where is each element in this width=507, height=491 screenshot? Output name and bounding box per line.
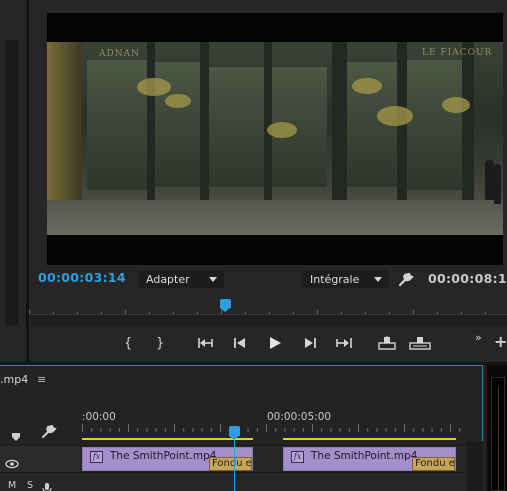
lift-icon[interactable]: [376, 333, 398, 353]
audio-meter-panel: [485, 365, 507, 491]
step-back-icon[interactable]: [229, 333, 251, 353]
timeline-scrollbar[interactable]: [467, 441, 483, 491]
monitor-zoom-scrollbar[interactable]: [31, 314, 507, 326]
playhead-line: [234, 440, 235, 491]
zoom-level-select[interactable]: Adapter: [138, 270, 224, 288]
chevron-down-icon: [374, 277, 382, 282]
ruler-time-label: :00:00: [82, 411, 116, 423]
ruler-time-label: 00:00:05:00: [267, 411, 332, 423]
play-icon[interactable]: [264, 333, 286, 353]
storefront-sign-right: LE FIACOUR: [422, 48, 493, 58]
svg-text:{: {: [124, 336, 132, 350]
extract-icon[interactable]: [409, 333, 431, 353]
video-preview: ADNAN LE FIACOUR: [47, 13, 503, 265]
fx-badge-icon: fx: [291, 451, 304, 463]
playback-resolution-value: Intégrale: [310, 273, 360, 286]
mark-in-icon[interactable]: {: [117, 333, 139, 353]
duration-timecode: 00:00:08:19: [428, 271, 507, 286]
go-to-in-icon[interactable]: [194, 333, 216, 353]
monitor-timecode-row: 00:00:03:14 Adapter Intégrale 00:00:08:1…: [29, 268, 507, 290]
zoom-level-value: Adapter: [146, 273, 190, 286]
mute-button[interactable]: M: [8, 480, 16, 491]
project-panel-scrollbar[interactable]: [5, 40, 18, 325]
transport-controls: { } » +: [29, 330, 507, 356]
track-header: [0, 446, 80, 472]
work-area-bar[interactable]: [82, 438, 253, 440]
wrench-icon[interactable]: [41, 423, 57, 443]
chevron-down-icon: [209, 277, 217, 282]
fx-badge-icon: fx: [90, 451, 103, 463]
transition-block[interactable]: Fondu en: [412, 457, 455, 471]
video-clip[interactable]: fx The SmithPoint.mp4 Fondu en: [283, 447, 456, 471]
storefront-sign-left: ADNAN: [99, 49, 140, 59]
svg-text:}: }: [156, 336, 164, 350]
playback-resolution-select[interactable]: Intégrale: [302, 270, 389, 288]
clip-name: The SmithPoint.mp4: [110, 450, 217, 462]
transition-block[interactable]: Fondu en: [209, 457, 252, 471]
panel-menu-icon[interactable]: ≡: [37, 373, 46, 386]
video-track: fx The SmithPoint.mp4 Fondu en fx The Sm…: [0, 445, 483, 472]
work-area-bar[interactable]: [283, 438, 456, 440]
monitor-playhead[interactable]: [220, 299, 231, 312]
marker-icon[interactable]: [11, 427, 21, 446]
wrench-icon[interactable]: [398, 271, 414, 287]
timeline-playhead[interactable]: [229, 426, 240, 440]
clip-name: The SmithPoint.mp4: [311, 450, 418, 462]
button-editor-add-button[interactable]: +: [494, 334, 507, 350]
timeline-ruler-ticks: [82, 424, 461, 432]
go-to-out-icon[interactable]: [333, 333, 355, 353]
video-frame: ADNAN LE FIACOUR: [47, 42, 503, 235]
mark-out-icon[interactable]: }: [149, 333, 171, 353]
mini-timeline-scrubber[interactable]: [29, 296, 507, 328]
step-forward-icon[interactable]: [299, 333, 321, 353]
current-timecode[interactable]: 00:00:03:14: [38, 270, 126, 285]
sequence-tab[interactable]: .mp4: [0, 373, 28, 386]
program-monitor: ADNAN LE FIACOUR 00:00:03:14 Adapter Int…: [29, 0, 507, 362]
eye-icon[interactable]: [5, 454, 19, 473]
audio-track: M S: [0, 472, 483, 491]
project-panel-edge: [0, 0, 29, 362]
more-controls-button[interactable]: »: [475, 331, 482, 344]
video-clip[interactable]: fx The SmithPoint.mp4 Fondu en: [82, 447, 253, 471]
audio-meter: [498, 387, 499, 491]
solo-button[interactable]: S: [27, 480, 33, 491]
mic-icon[interactable]: [42, 480, 52, 491]
timeline-panel: .mp4 ≡ :00:00 00:00:05:00 fx The SmithPo…: [0, 365, 483, 491]
